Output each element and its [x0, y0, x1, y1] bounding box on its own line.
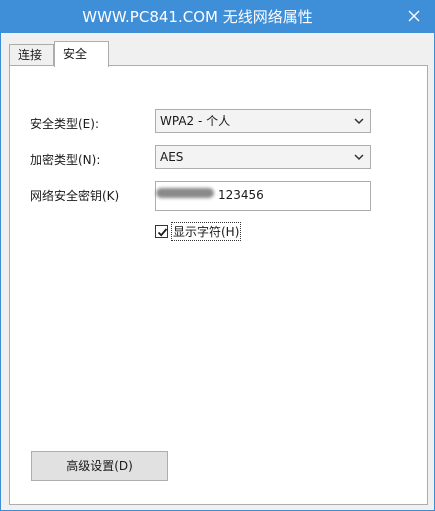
close-icon — [408, 10, 420, 22]
encryption-type-label: 加密类型(N): — [30, 153, 101, 167]
security-type-value: WPA2 - 个人 — [160, 114, 231, 128]
security-type-label: 安全类型(E): — [30, 117, 99, 131]
encryption-type-select[interactable]: AES — [155, 145, 371, 169]
close-button[interactable] — [394, 1, 434, 31]
window-title: WWW.PC841.COM 无线网络属性 — [82, 8, 313, 26]
redaction-smudge — [156, 188, 214, 198]
checkmark-icon — [157, 227, 168, 237]
properties-window: WWW.PC841.COM 无线网络属性 连接 安全 安全类型(E): WPA2… — [0, 0, 435, 511]
chevron-down-icon — [354, 154, 364, 161]
title-bar[interactable]: WWW.PC841.COM 无线网络属性 — [1, 1, 434, 33]
advanced-settings-button[interactable]: 高级设置(D) — [31, 451, 168, 481]
chevron-down-icon — [354, 118, 364, 125]
security-type-select[interactable]: WPA2 - 个人 — [155, 109, 371, 133]
network-key-value: 123456 — [218, 188, 264, 202]
network-key-input[interactable]: 123456 — [155, 181, 371, 211]
tab-connect[interactable]: 连接 — [9, 44, 54, 66]
show-characters-label: 显示字符(H) — [171, 221, 242, 241]
tab-security[interactable]: 安全 — [54, 41, 109, 67]
show-characters-checkbox[interactable] — [155, 224, 168, 238]
encryption-type-value: AES — [160, 150, 184, 164]
security-panel: 安全类型(E): WPA2 - 个人 加密类型(N): AES 网络安全密钥(K… — [9, 65, 428, 505]
show-characters-row[interactable]: 显示字符(H) — [155, 221, 242, 241]
network-key-label: 网络安全密钥(K) — [30, 189, 120, 203]
